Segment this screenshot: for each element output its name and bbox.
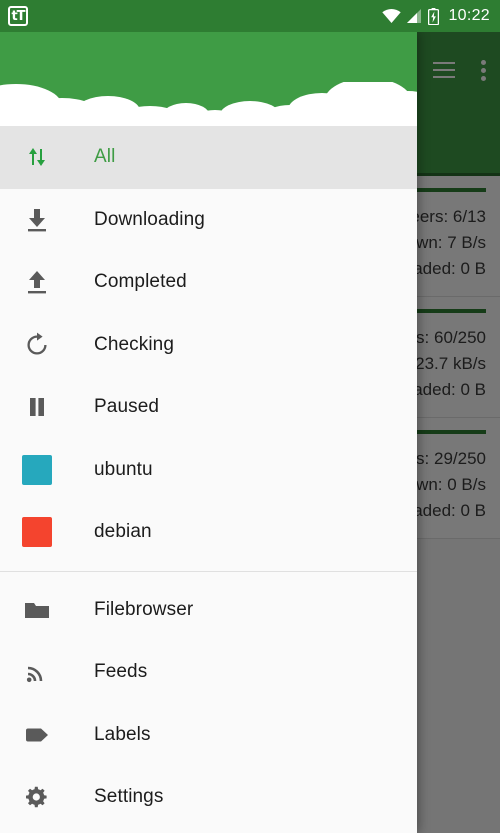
menu-label: Feeds xyxy=(94,661,148,683)
drawer-body: All Downloading Completed Checking Pause… xyxy=(0,126,417,833)
status-bar: tT 10:22 xyxy=(0,0,500,32)
menu-item-paused[interactable]: Paused xyxy=(0,376,417,439)
menu-item-checking[interactable]: Checking xyxy=(0,314,417,377)
cloud-decoration xyxy=(0,82,417,126)
menu-item-feeds[interactable]: Feeds xyxy=(0,641,417,704)
navigation-drawer[interactable]: All Downloading Completed Checking Pause… xyxy=(0,32,417,833)
menu-item-labels[interactable]: Labels xyxy=(0,704,417,767)
menu-item-all[interactable]: All xyxy=(0,126,417,189)
menu-item-ubuntu[interactable]: ubuntu xyxy=(0,439,417,502)
menu-item-settings[interactable]: Settings xyxy=(0,766,417,829)
menu-label: Completed xyxy=(94,271,187,293)
gear-icon xyxy=(16,783,58,811)
menu-label: Downloading xyxy=(94,208,205,230)
transmission-app-icon: tT xyxy=(8,6,28,26)
menu-item-completed[interactable]: Completed xyxy=(0,251,417,314)
download-arrow-icon xyxy=(16,206,58,234)
clock: 10:22 xyxy=(448,7,490,24)
rss-feed-icon xyxy=(16,658,58,686)
pause-icon xyxy=(16,393,58,421)
menu-label: Checking xyxy=(94,333,175,355)
menu-item-downloading[interactable]: Downloading xyxy=(0,189,417,252)
refresh-icon xyxy=(16,331,58,359)
menu-label: All xyxy=(94,146,116,168)
android-screen: Free Space:3.4 GB Peers: 6/13 Down: 7 B/… xyxy=(0,0,500,833)
cell-signal-icon xyxy=(407,9,422,23)
drawer-header xyxy=(0,32,417,126)
drawer-divider xyxy=(0,570,417,572)
menu-label: Filebrowser xyxy=(94,598,194,620)
upload-arrow-icon xyxy=(16,268,58,296)
menu-label: Paused xyxy=(94,396,160,418)
folder-icon xyxy=(16,596,58,624)
battery-charging-icon xyxy=(428,7,440,25)
tag-icon xyxy=(16,721,58,749)
wifi-icon xyxy=(382,9,402,23)
label-color-swatch xyxy=(16,517,58,548)
menu-label: Settings xyxy=(94,786,164,808)
menu-label: debian xyxy=(94,521,152,543)
menu-item-debian[interactable]: debian xyxy=(0,501,417,564)
menu-item-filebrowser[interactable]: Filebrowser xyxy=(0,579,417,642)
label-color-swatch xyxy=(16,454,58,485)
menu-label: ubuntu xyxy=(94,458,153,480)
up-down-arrows-icon xyxy=(16,143,58,171)
menu-label: Labels xyxy=(94,723,151,745)
